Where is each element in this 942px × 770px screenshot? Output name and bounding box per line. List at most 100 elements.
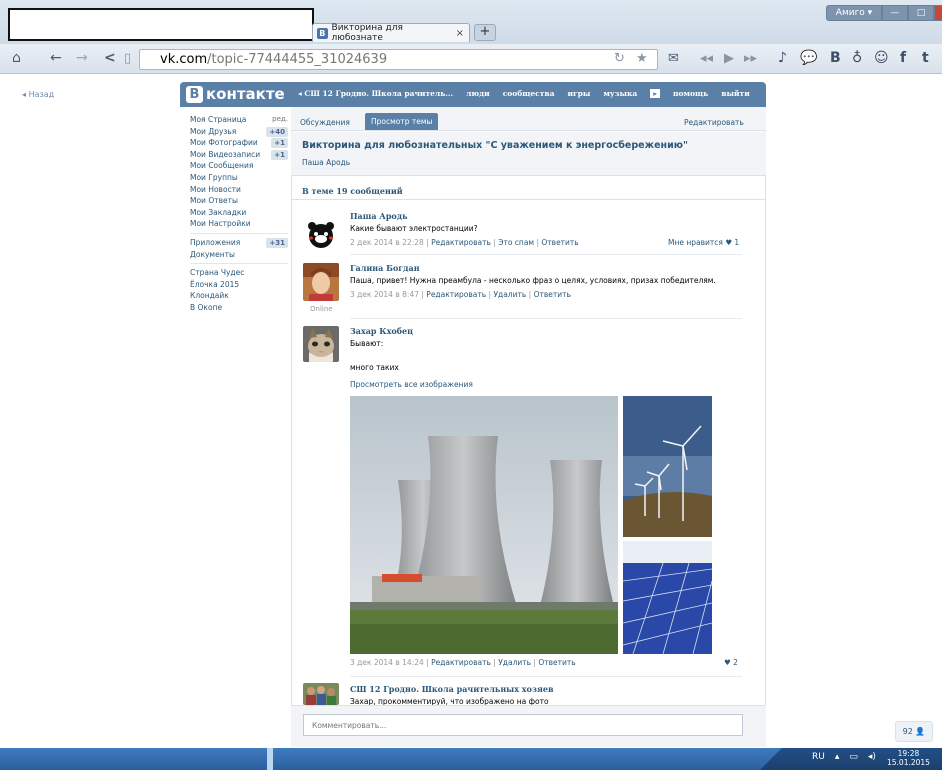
vk-logo[interactable]: В контакте [186, 85, 285, 103]
menu-game-trench[interactable]: В Окопе [190, 302, 288, 314]
avatar[interactable] [303, 216, 339, 252]
edit-topic-link[interactable]: Редактировать [684, 118, 744, 127]
browser-tab-active[interactable]: В Викторина для любознате × [312, 23, 470, 43]
post-edit-link[interactable]: Редактировать [426, 290, 486, 299]
rewind-icon[interactable]: ◂◂ [700, 51, 713, 66]
menu-label: Ёлочка 2015 [190, 279, 240, 289]
post-spam-link[interactable]: Это спам [498, 238, 534, 247]
menu-divider [190, 263, 288, 265]
menu-bookmarks[interactable]: Мои Закладки [190, 207, 288, 219]
nav-group-back[interactable]: ◂ СШ 12 Гродно. Школа рачитель... [298, 89, 453, 98]
post-date[interactable]: 2 дек 2014 в 22:28 [350, 238, 424, 247]
menu-messages[interactable]: Мои Сообщения [190, 160, 288, 172]
close-window-button[interactable]: ✕ [934, 5, 942, 21]
menu-game-klondike[interactable]: Клондайк [190, 290, 288, 302]
back-link[interactable]: ◂ Назад [22, 90, 54, 99]
post-edit-link[interactable]: Редактировать [431, 658, 491, 667]
post-delete-link[interactable]: Удалить [498, 658, 531, 667]
nav-music-play-icon[interactable]: ▸ [650, 89, 661, 98]
minimize-button[interactable]: — [882, 5, 908, 21]
online-counter-badge[interactable]: 92 👤 [895, 721, 933, 742]
menu-groups[interactable]: Мои Группы [190, 172, 288, 184]
tab-view-topic[interactable]: Просмотр темы [365, 113, 439, 130]
menu-label: Мои Друзья [190, 126, 237, 136]
menu-friends[interactable]: Мои Друзья +40 [190, 126, 288, 138]
tab-discussions[interactable]: Обсуждения [300, 118, 350, 127]
avatar[interactable] [303, 326, 339, 362]
home-icon[interactable]: ⌂ [12, 50, 21, 66]
taskbar-app-button[interactable] [267, 748, 273, 770]
fast-forward-icon[interactable]: ▸▸ [744, 51, 757, 66]
post-edit-link[interactable]: Редактировать [431, 238, 491, 247]
menu-label: Клондайк [190, 291, 229, 301]
nav-help[interactable]: помощь [673, 89, 708, 98]
avatar[interactable] [303, 683, 339, 705]
post-divider [350, 318, 742, 319]
menu-documents[interactable]: Документы [190, 249, 288, 261]
nav-people[interactable]: люди [466, 89, 490, 98]
menu-my-page[interactable]: Моя Страница ред. [190, 114, 288, 126]
post-reply-link[interactable]: Ответить [541, 238, 578, 247]
facebook-icon[interactable]: f [900, 50, 906, 66]
new-tab-button[interactable]: + [474, 24, 496, 41]
post-reply-link[interactable]: Ответить [534, 290, 571, 299]
menu-answers[interactable]: Мои Ответы [190, 195, 288, 207]
nav-communities[interactable]: сообщества [503, 89, 555, 98]
menu-game-tree[interactable]: Ёлочка 2015 [190, 279, 288, 291]
menu-game-wonderland[interactable]: Страна Чудес [190, 267, 288, 279]
like-button[interactable]: Мне нравится ♥ 1 [668, 238, 739, 247]
post-date[interactable]: 3 дек 2014 в 14:24 [350, 658, 424, 667]
chat-icon[interactable]: 💬 [800, 50, 817, 66]
menu-badge: +31 [266, 237, 288, 248]
language-indicator[interactable]: RU [812, 752, 825, 762]
cooling-towers-photo[interactable] [350, 396, 618, 654]
post-meta: 3 дек 2014 в 8:47 | Редактировать | Удал… [350, 290, 571, 299]
topic-author-link[interactable]: Паша Ародь [302, 158, 350, 167]
like-button[interactable]: ♥ 2 [724, 658, 738, 667]
play-icon[interactable]: ▶ [724, 51, 734, 66]
avatar[interactable] [303, 263, 339, 301]
tab-close-icon[interactable]: × [456, 28, 464, 39]
post-delete-link[interactable]: Удалить [493, 290, 526, 299]
menu-news[interactable]: Мои Новости [190, 184, 288, 196]
post-author-link[interactable]: Галина Богдан [350, 263, 420, 273]
vk-ext-icon[interactable]: B [830, 50, 841, 66]
twitter-icon[interactable]: t [922, 50, 929, 66]
post-author-link[interactable]: СШ 12 Гродно. Школа рачительных хозяев [350, 684, 554, 694]
user-menu-button[interactable]: Амиго ▾ [826, 5, 882, 21]
menu-settings[interactable]: Мои Настройки [190, 218, 288, 230]
post-reply-link[interactable]: Ответить [538, 658, 575, 667]
menu-videos[interactable]: Мои Видеозаписи +1 [190, 149, 288, 161]
menu-apps[interactable]: Приложения +31 [190, 237, 288, 249]
reload-icon[interactable]: ↻ [614, 51, 625, 66]
comment-input[interactable]: Комментировать... [303, 714, 743, 736]
nav-logout[interactable]: выйти [721, 89, 750, 98]
forward-arrow-icon[interactable]: → [76, 50, 88, 66]
clock[interactable]: 19:28 15.01.2015 [887, 749, 930, 767]
nav-music[interactable]: музыка [603, 89, 637, 98]
view-all-images-link[interactable]: Просмотреть все изображения [350, 380, 473, 389]
post-date[interactable]: 3 дек 2014 в 8:47 [350, 290, 419, 299]
post-author-link[interactable]: Паша Ародь [350, 211, 408, 221]
post-author-link[interactable]: Захар Кхобец [350, 326, 413, 336]
bookmark-star-icon[interactable]: ★ [636, 51, 648, 66]
address-bar[interactable]: vk.com/topic-77444455_31024639 [139, 49, 658, 70]
wind-turbines-photo[interactable] [623, 396, 712, 537]
odnoklassniki-icon[interactable]: ♁ [852, 50, 862, 66]
solar-panels-photo[interactable] [623, 541, 712, 654]
back-arrow-icon[interactable]: ← [50, 50, 62, 66]
tray-expand-icon[interactable]: ▴ [835, 752, 840, 762]
menu-photos[interactable]: Мои Фотографии +1 [190, 137, 288, 149]
volume-icon[interactable]: ◂) [868, 752, 876, 762]
menu-edit-link[interactable]: ред. [272, 114, 288, 126]
share-icon[interactable]: < [104, 50, 116, 66]
post-meta: 3 дек 2014 в 14:24 | Редактировать | Уда… [350, 658, 576, 667]
tab-title: Викторина для любознате [331, 23, 403, 43]
music-icon[interactable]: ♪ [778, 50, 787, 66]
system-tray: RU ▴ ▭ ◂) [812, 752, 876, 762]
mail-icon[interactable]: ✉ [668, 51, 679, 66]
maximize-button[interactable]: □ [908, 5, 934, 21]
moimir-icon[interactable]: ☺ [874, 50, 889, 66]
nav-games[interactable]: игры [567, 89, 590, 98]
network-icon[interactable]: ▭ [849, 752, 858, 762]
